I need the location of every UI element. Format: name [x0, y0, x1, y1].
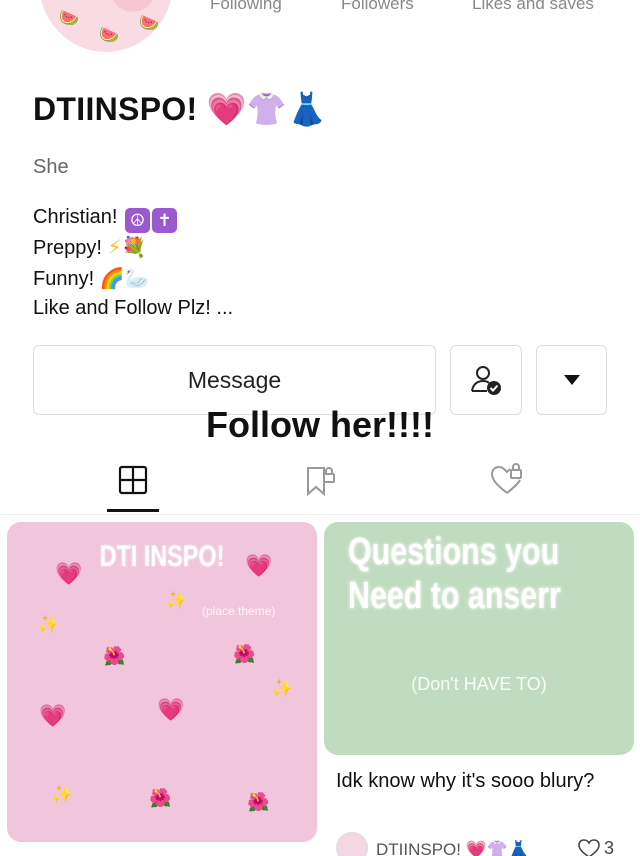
post-title: Questions you Need to anserr: [348, 531, 561, 617]
locked-heart-icon: [490, 463, 522, 494]
hibiscus-icon: 🌺: [233, 644, 256, 665]
tab-collections[interactable]: [300, 460, 340, 500]
like-button[interactable]: 3: [578, 838, 614, 856]
heart-icon: 💗: [55, 562, 83, 587]
author-name[interactable]: DTIINSPO! 💗👚👗: [376, 840, 529, 856]
post-subtitle: (Don't HAVE TO): [411, 674, 547, 694]
hibiscus-icon: 🌺: [103, 646, 126, 667]
bio-line: Preppy! ⚡💐: [33, 235, 147, 259]
bouquet-icon: 💐: [121, 235, 147, 259]
heart-outline-icon: [578, 838, 600, 856]
heart-icon: 💗: [39, 704, 67, 729]
profile-stats: Following Followers Likes and saves: [0, 0, 640, 16]
likes-saves-label[interactable]: Likes and saves: [472, 0, 594, 14]
post-card[interactable]: DTI INSPO! (place theme) 💗 💗 ✨ ✨ 🌺 🌺 ✨ 💗…: [7, 522, 317, 842]
rainbow-icon: 🌈: [99, 265, 125, 290]
hibiscus-icon: 🌺: [149, 788, 172, 809]
overlay-caption: Follow her!!!!: [206, 404, 434, 445]
profile-tabs: [0, 455, 640, 515]
heart-icon: 💗: [245, 554, 273, 579]
lightning-icon: ⚡: [107, 235, 122, 259]
avatar[interactable]: [336, 832, 368, 856]
bio-line[interactable]: Like and Follow Plz! ...: [33, 294, 233, 324]
tab-posts[interactable]: [113, 460, 153, 500]
post-card[interactable]: Questions you Need to anserr (Don't HAVE…: [324, 522, 634, 755]
profile-name: DTIINSPO! 💗👚👗: [33, 90, 327, 128]
grid-icon: [118, 465, 148, 495]
post-author-row: DTIINSPO! 💗👚👗 3: [336, 832, 636, 856]
sparkle-icon: ✨: [165, 590, 188, 611]
bio-line: Christian! ☮ ✝: [33, 203, 233, 233]
peace-icon: ☮: [125, 208, 151, 233]
watermelon-icon: 🍉: [99, 27, 119, 44]
sparkle-icon: ✨: [271, 678, 294, 699]
profile-pronoun: She: [33, 156, 69, 178]
watermelon-icon: 🍉: [139, 15, 159, 32]
active-tab-indicator: [107, 509, 159, 512]
like-count: 3: [604, 838, 615, 856]
following-label[interactable]: Following: [210, 0, 282, 14]
person-check-icon: [471, 366, 501, 395]
post-caption[interactable]: Idk know why it's sooo blury?: [336, 766, 616, 796]
goose-icon: 🦢: [124, 265, 150, 290]
hibiscus-icon: 🌺: [247, 792, 270, 813]
message-button-label: Message: [187, 366, 282, 393]
profile-bio: Christian! ☮ ✝ Preppy! ⚡💐 Funny! 🌈🦢 Like …: [33, 203, 233, 324]
profile-name-emojis: 💗👚👗: [206, 90, 328, 128]
sparkle-icon: ✨: [37, 614, 60, 635]
sparkle-icon: ✨: [51, 784, 74, 805]
post-subtitle: (place theme): [202, 604, 276, 618]
profile-name-text: DTIINSPO!: [33, 91, 198, 127]
bio-line: Funny! 🌈🦢: [33, 265, 150, 290]
cross-icon: ✝: [152, 208, 178, 233]
heart-icon: 💗: [157, 698, 185, 723]
followers-label[interactable]: Followers: [341, 0, 414, 14]
locked-bookmark-icon: [307, 467, 335, 497]
tab-likes[interactable]: [487, 460, 527, 500]
caret-down-icon: [563, 375, 580, 385]
